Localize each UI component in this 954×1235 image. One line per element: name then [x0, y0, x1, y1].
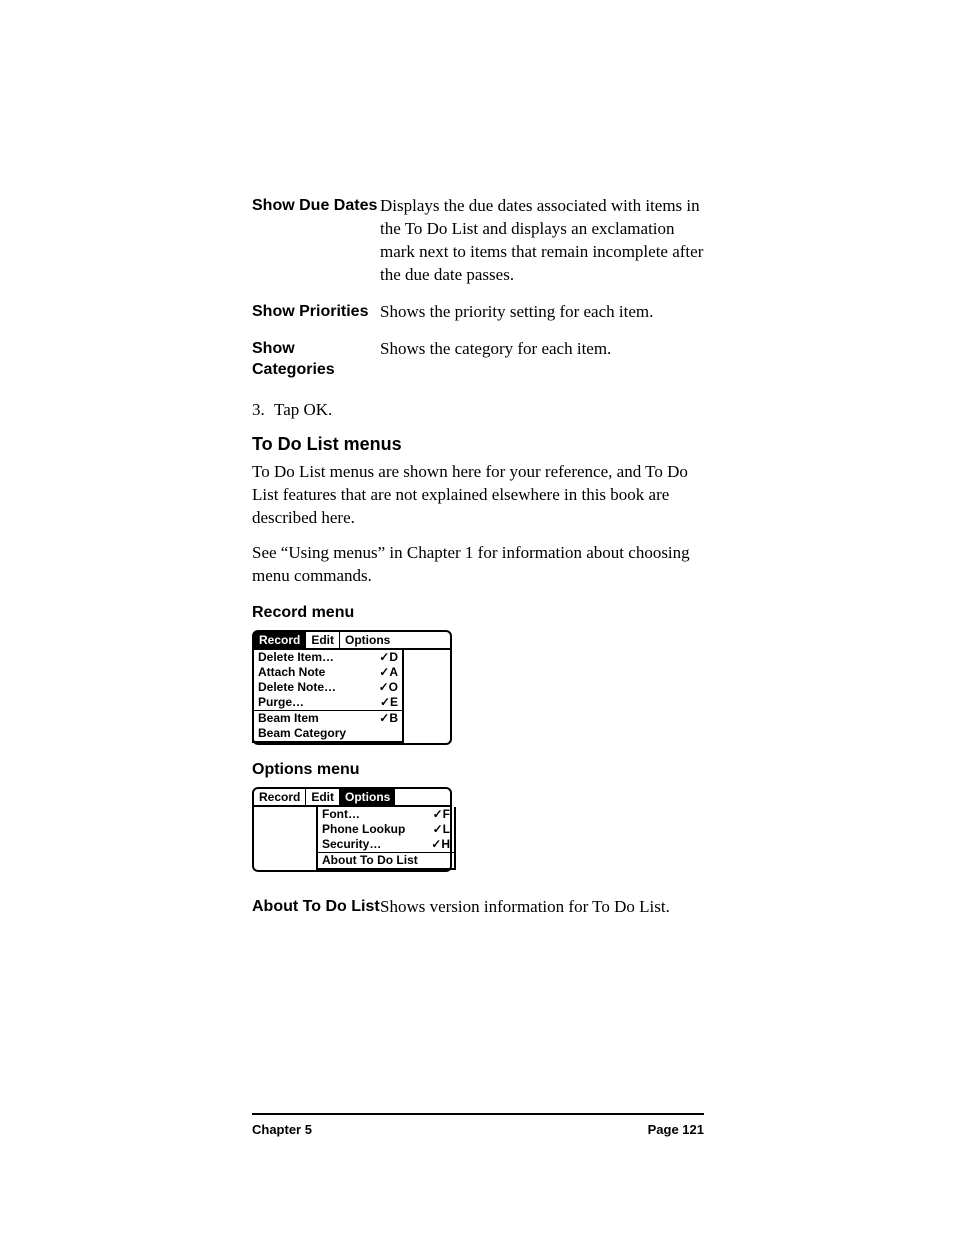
menu-body: Font… ✓F Phone Lookup ✓L Security… ✓H Ab…	[254, 807, 450, 870]
menu-item-label: Security…	[322, 837, 381, 852]
menubar-options: Options	[340, 789, 395, 805]
footer-page: Page 121	[648, 1122, 704, 1137]
page-footer: Chapter 5 Page 121	[252, 1122, 704, 1137]
menu-item-shortcut: ✓D	[379, 650, 398, 665]
menu-item-shortcut: ✓O	[379, 680, 398, 695]
menu-item-shortcut: ✓E	[380, 695, 398, 710]
record-dropdown: Delete Item… ✓D Attach Note ✓A Delete No…	[252, 650, 404, 743]
term-show-due-dates: Show Due Dates	[252, 195, 380, 217]
menu-bar: Record Edit Options	[254, 632, 450, 650]
menu-item-label: Delete Note…	[258, 680, 336, 695]
heading-to-do-list-menus: To Do List menus	[252, 434, 704, 455]
menu-item-shortcut: ✓L	[433, 822, 450, 837]
paragraph: See “Using menus” in Chapter 1 for infor…	[252, 542, 704, 588]
definition-row: Show Due Dates Displays the due dates as…	[252, 195, 704, 287]
term-show-categories: Show Categories	[252, 338, 380, 381]
menu-item-shortcut: ✓F	[433, 807, 450, 822]
menu-item: Beam Category	[254, 726, 402, 741]
menubar-record: Record	[254, 789, 306, 805]
menu-item-label: Purge…	[258, 695, 304, 710]
menu-item: Attach Note ✓A	[254, 665, 402, 680]
record-menu-screenshot: Record Edit Options Delete Item… ✓D Atta…	[252, 630, 452, 745]
menu-item-label: Attach Note	[258, 665, 325, 680]
menu-item-shortcut: ✓B	[379, 711, 398, 726]
menu-item-shortcut: ✓H	[431, 837, 450, 852]
heading-record-menu: Record menu	[252, 604, 704, 622]
menu-item-label: Delete Item…	[258, 650, 334, 665]
menu-item: Font… ✓F	[318, 807, 454, 822]
desc-show-categories: Shows the category for each item.	[380, 338, 704, 361]
options-menu-screenshot: Record Edit Options Font… ✓F Phone Looku…	[252, 787, 452, 872]
menu-item: Security… ✓H	[318, 837, 454, 852]
menubar-edit: Edit	[306, 632, 340, 648]
about-definition: About To Do List Shows version informati…	[252, 896, 704, 919]
footer-chapter: Chapter 5	[252, 1122, 312, 1137]
definition-row: About To Do List Shows version informati…	[252, 896, 704, 919]
menu-item: Phone Lookup ✓L	[318, 822, 454, 837]
menu-bar: Record Edit Options	[254, 789, 450, 807]
menubar-record: Record	[254, 632, 306, 648]
menu-item-label: Beam Item	[258, 711, 319, 726]
desc-about-to-do-list: Shows version information for To Do List…	[380, 896, 704, 919]
definition-row: Show Categories Shows the category for e…	[252, 338, 704, 381]
menu-item: Purge… ✓E	[254, 695, 402, 710]
step-item: 3. Tap OK.	[252, 399, 704, 422]
menu-item-label: Font…	[322, 807, 360, 822]
options-dropdown: Font… ✓F Phone Lookup ✓L Security… ✓H Ab…	[316, 807, 456, 870]
paragraph: To Do List menus are shown here for your…	[252, 461, 704, 530]
menu-item-label: Beam Category	[258, 726, 346, 741]
step-text: Tap OK.	[274, 399, 332, 422]
menu-body: Delete Item… ✓D Attach Note ✓A Delete No…	[254, 650, 450, 743]
menu-item-label: Phone Lookup	[322, 822, 405, 837]
heading-options-menu: Options menu	[252, 761, 704, 779]
term-show-priorities: Show Priorities	[252, 301, 380, 323]
menu-item-label: About To Do List	[322, 853, 418, 868]
definitions-table: Show Due Dates Displays the due dates as…	[252, 195, 704, 381]
desc-show-due-dates: Displays the due dates associated with i…	[380, 195, 704, 287]
term-about-to-do-list: About To Do List	[252, 896, 380, 918]
step-number: 3.	[252, 399, 274, 422]
page: Show Due Dates Displays the due dates as…	[0, 0, 954, 1235]
menu-item: Beam Item ✓B	[254, 710, 402, 726]
footer-rule	[252, 1113, 704, 1115]
definition-row: Show Priorities Shows the priority setti…	[252, 301, 704, 324]
desc-show-priorities: Shows the priority setting for each item…	[380, 301, 704, 324]
menu-item: Delete Note… ✓O	[254, 680, 402, 695]
menubar-edit: Edit	[306, 789, 340, 805]
menubar-options: Options	[340, 632, 395, 648]
menu-item: Delete Item… ✓D	[254, 650, 402, 665]
menu-item: About To Do List	[318, 852, 454, 868]
menu-item-shortcut: ✓A	[379, 665, 398, 680]
